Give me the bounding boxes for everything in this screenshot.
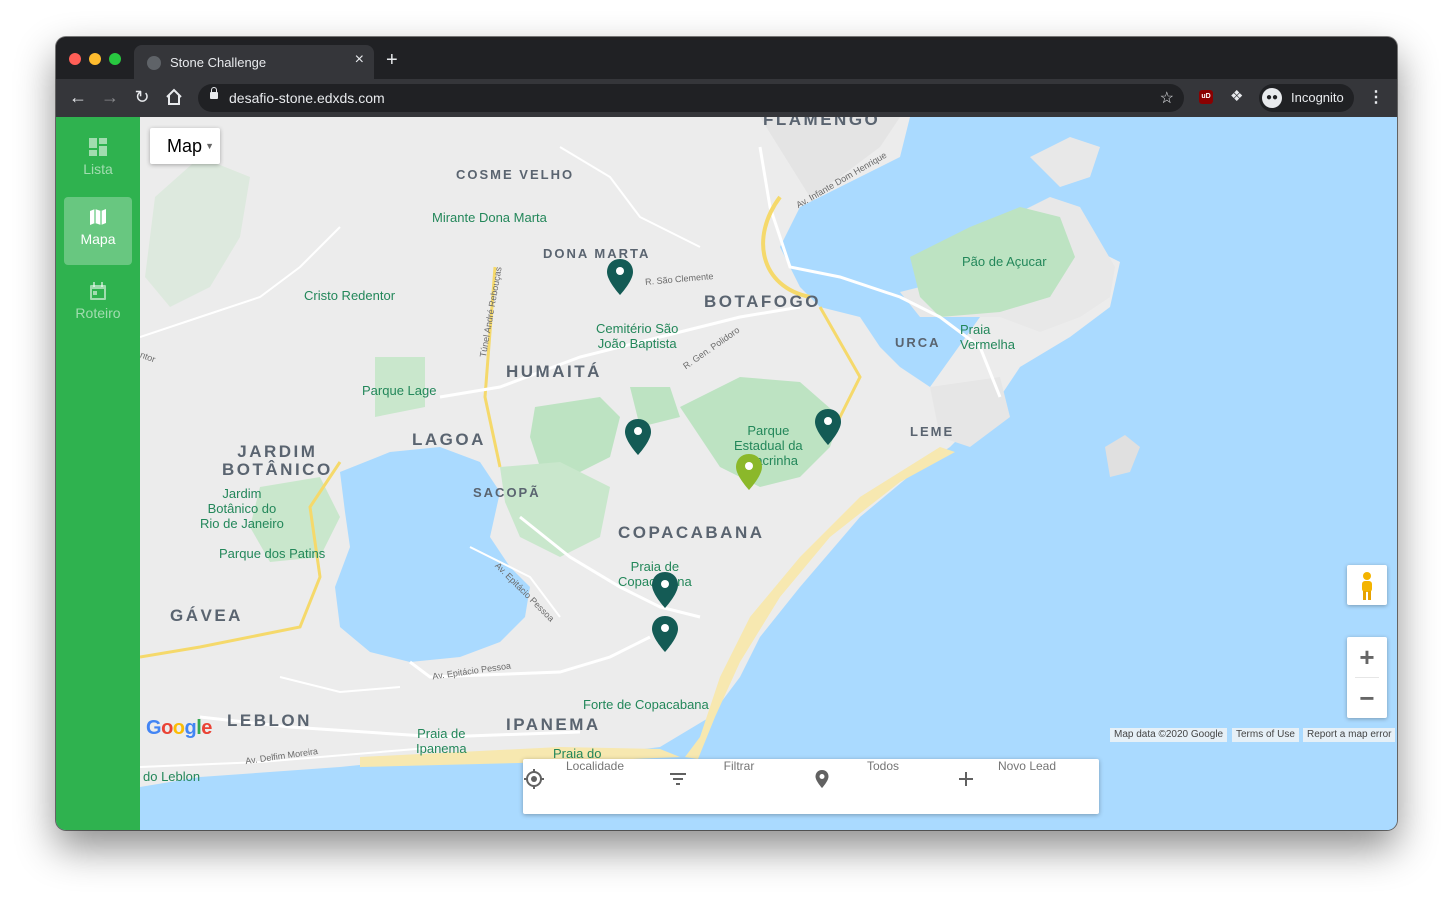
calendar-icon — [90, 282, 106, 300]
map-label-cosme-velho: COSME VELHO — [456, 167, 575, 182]
tab-strip: Stone Challenge × + — [56, 37, 1397, 79]
map-label-praia-ipanema: Praia de Ipanema — [416, 726, 467, 756]
map-label-cristo: Cristo Redentor — [304, 288, 396, 303]
filter-icon — [670, 773, 686, 785]
map-label-jardim-botanico: JARDIM BOTÂNICO — [222, 442, 333, 479]
bottom-bar-label: Filtrar — [723, 759, 755, 773]
back-arrow-icon[interactable]: ← — [66, 85, 90, 109]
map-label-praia-vermelha: Praia Vermelha — [960, 322, 1015, 352]
map-label-lagoa: LAGOA — [412, 430, 486, 449]
minimize-window-button[interactable] — [89, 53, 101, 65]
bottom-action-bar: Localidade Filtrar Todos Novo Lead — [523, 759, 1099, 814]
home-icon[interactable] — [162, 85, 186, 109]
reload-icon[interactable]: ↻ — [130, 85, 154, 109]
map-canvas[interactable]: Map ▼ FLAMENGO COSME VELHO Mirante Dona … — [140, 117, 1397, 830]
forward-arrow-icon[interactable]: → — [98, 85, 122, 109]
browser-toolbar: ← → ↻ desafio-stone.edxds.com ☆ uD ❖ ●● … — [56, 79, 1397, 117]
maximize-window-button[interactable] — [109, 53, 121, 65]
map-label-flamengo: FLAMENGO — [763, 117, 881, 129]
map-label-humaita: HUMAITÁ — [506, 362, 602, 381]
close-window-button[interactable] — [69, 53, 81, 65]
map-label-urca: URCA — [895, 335, 941, 350]
browser-tab[interactable]: Stone Challenge × — [134, 45, 374, 79]
app-content: Lista Mapa Roteiro Map ▼ FLAMENGO COSME … — [56, 117, 1397, 830]
localidade-button[interactable]: Localidade — [523, 759, 667, 814]
map-label-cemiterio: Cemitério São João Baptista — [596, 321, 679, 351]
map-label-praia-copacabana: Praia de Copacabana — [618, 559, 692, 589]
report-map-error-link[interactable]: Report a map error — [1303, 728, 1396, 742]
url-text[interactable]: desafio-stone.edxds.com — [229, 90, 385, 106]
map-type-dropdown[interactable]: Map ▼ — [150, 128, 220, 164]
ublock-extension-icon[interactable]: uD — [1199, 90, 1213, 104]
map-label-sacopa: SACOPÃ — [473, 485, 541, 500]
sidebar-item-roteiro[interactable]: Roteiro — [64, 271, 132, 339]
terms-of-use-link[interactable]: Terms of Use — [1232, 728, 1299, 742]
map-data-attribution: Map data ©2020 Google — [1110, 728, 1228, 742]
sidebar: Lista Mapa Roteiro — [56, 117, 140, 830]
map-label-forte: Forte de Copacabana — [583, 697, 709, 712]
new-tab-button[interactable]: + — [386, 49, 398, 72]
bottom-bar-label: Todos — [866, 759, 900, 773]
filtrar-button[interactable]: Filtrar — [667, 759, 811, 814]
map-icon — [90, 209, 106, 225]
map-label-do-leblon: do Leblon — [143, 769, 201, 784]
incognito-label: Incognito — [1291, 90, 1344, 105]
my-location-icon — [524, 769, 544, 789]
place-icon — [815, 770, 829, 788]
bottom-bar-label: Novo Lead — [997, 759, 1057, 773]
bookmark-star-icon[interactable]: ☆ — [1160, 88, 1174, 108]
sidebar-item-label: Lista — [83, 161, 113, 177]
tab-close-icon[interactable]: × — [355, 51, 364, 69]
tab-title: Stone Challenge — [170, 55, 267, 70]
sidebar-item-mapa[interactable]: Mapa — [64, 197, 132, 265]
extensions-puzzle-icon[interactable]: ❖ — [1230, 87, 1243, 105]
map-type-label: Map — [167, 136, 203, 156]
add-icon — [959, 772, 973, 786]
lock-icon — [210, 87, 218, 99]
map-label-copacabana: COPACABANA — [618, 523, 765, 542]
address-bar[interactable]: desafio-stone.edxds.com ☆ — [198, 84, 1184, 112]
map-label-dona-marta: DONA MARTA — [543, 246, 651, 261]
incognito-icon: ●● — [1262, 88, 1282, 108]
zoom-in-button[interactable]: + — [1347, 637, 1387, 677]
map-label-parque-lage: Parque Lage — [362, 383, 437, 398]
novo-lead-button[interactable]: Novo Lead — [955, 759, 1099, 814]
zoom-control: + − — [1347, 637, 1387, 718]
sidebar-item-lista[interactable]: Lista — [64, 127, 132, 195]
street-view-pegman-button[interactable] — [1347, 565, 1387, 605]
globe-icon — [147, 56, 161, 70]
kebab-menu-icon[interactable]: ⋮ — [1368, 87, 1384, 107]
bottom-bar-label: Localidade — [565, 759, 625, 773]
sidebar-item-label: Mapa — [80, 231, 116, 247]
map-label-pao-de-acucar: Pão de Açucar — [962, 254, 1047, 269]
sidebar-item-label: Roteiro — [75, 305, 121, 321]
map-label-parque-chacrinha: Parque Estadual da Chacrinha — [734, 423, 803, 468]
map-label-ipanema: IPANEMA — [506, 715, 601, 734]
map-label-jardim-botanico-poi: Jardim Botânico do Rio de Janeiro — [200, 486, 284, 531]
dashboard-icon — [89, 138, 107, 156]
map-label-botafogo: BOTAFOGO — [704, 292, 821, 311]
pegman-icon — [1362, 572, 1372, 600]
map-label-leme: LEME — [910, 424, 955, 439]
incognito-badge[interactable]: ●● Incognito — [1259, 84, 1354, 112]
map-label-mirante: Mirante Dona Marta — [432, 210, 547, 225]
map-label-leblon: LEBLON — [227, 711, 312, 730]
browser-window: Stone Challenge × + ← → ↻ desafio-stone.… — [56, 37, 1397, 830]
todos-button[interactable]: Todos — [811, 759, 955, 814]
google-logo: Google — [146, 717, 212, 739]
map-label-gavea: GÁVEA — [170, 606, 243, 625]
map-label-parque-patins: Parque dos Patins — [219, 546, 326, 561]
caret-down-icon: ▼ — [205, 141, 214, 151]
zoom-out-button[interactable]: − — [1347, 678, 1387, 718]
